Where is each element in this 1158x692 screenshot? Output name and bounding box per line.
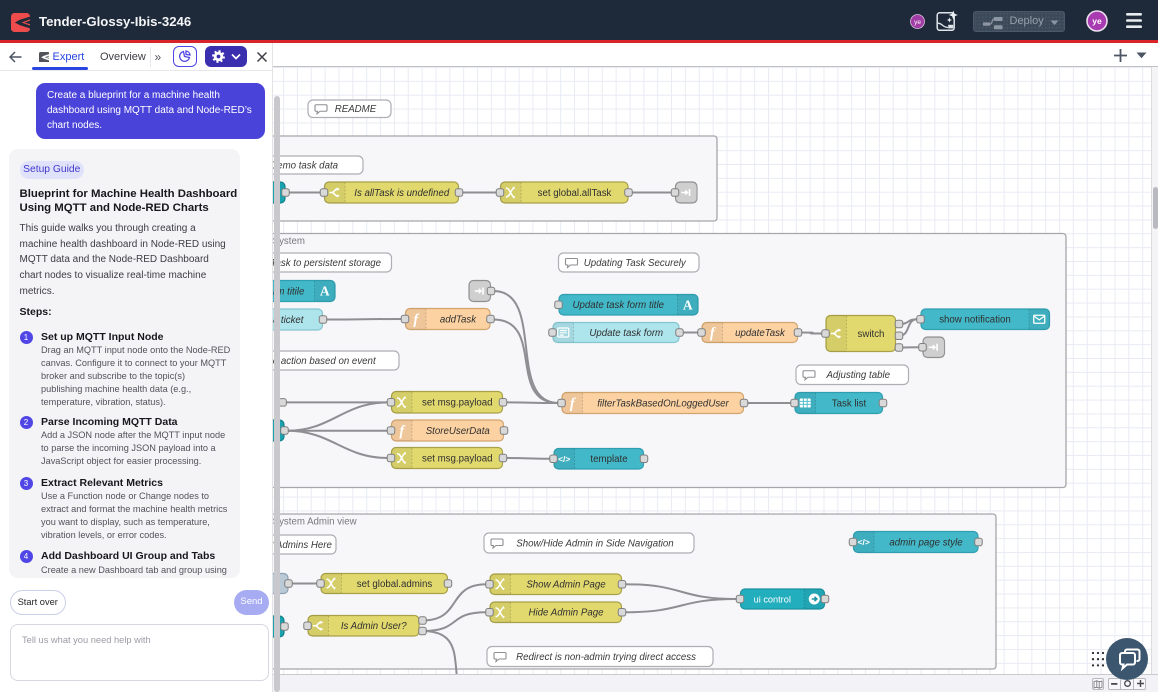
svg-text:admin page style: admin page style xyxy=(889,537,963,548)
svg-text:</>: </> xyxy=(558,454,570,464)
svg-text:Show/Hide Admin in Side Naviga: Show/Hide Admin in Side Navigation xyxy=(516,538,673,549)
svg-text:A: A xyxy=(683,297,693,312)
svg-text:set global.allTask: set global.allTask xyxy=(538,188,612,199)
svg-text:Update task form: Update task form xyxy=(589,328,663,339)
svg-text:set msg.payload: set msg.payload xyxy=(422,453,493,464)
svg-text:set global.admins: set global.admins xyxy=(357,579,433,590)
svg-text:Hide Admin Page: Hide Admin Page xyxy=(528,608,604,619)
svg-text:ye: ye xyxy=(914,19,921,26)
svg-text:addTask: addTask xyxy=(440,314,477,325)
svg-text:README: README xyxy=(335,104,377,115)
svg-text:Update task form title: Update task form title xyxy=(572,300,664,311)
svg-text:StoreUserData: StoreUserData xyxy=(426,426,491,437)
svg-text:filterTaskBasedOnLoggedUser: filterTaskBasedOnLoggedUser xyxy=(597,398,729,409)
svg-text:ui control: ui control xyxy=(754,594,791,604)
svg-text:set msg.payload: set msg.payload xyxy=(422,398,493,409)
svg-text:Is allTask is undefined: Is allTask is undefined xyxy=(354,188,450,199)
svg-text:Show Admin Page: Show Admin Page xyxy=(526,580,606,591)
svg-text:switch: switch xyxy=(858,329,885,340)
svg-text:show notification: show notification xyxy=(939,315,1011,326)
svg-text:updateTask: updateTask xyxy=(735,328,786,339)
svg-text:Redirect is non-admin trying d: Redirect is non-admin trying direct acce… xyxy=(516,652,696,663)
svg-text:Adjusting table: Adjusting table xyxy=(825,370,890,381)
svg-text:ye: ye xyxy=(1092,16,1102,26)
svg-text:Task list: Task list xyxy=(832,398,867,409)
svg-text:A: A xyxy=(320,284,330,299)
svg-text:</>: </> xyxy=(858,537,870,547)
svg-text:Demo task data: Demo task data xyxy=(270,160,338,171)
svg-text:Is Admin User?: Is Admin User? xyxy=(341,621,407,632)
svg-text:Updating Task Securely: Updating Task Securely xyxy=(584,258,687,269)
svg-text:template: template xyxy=(590,454,627,465)
